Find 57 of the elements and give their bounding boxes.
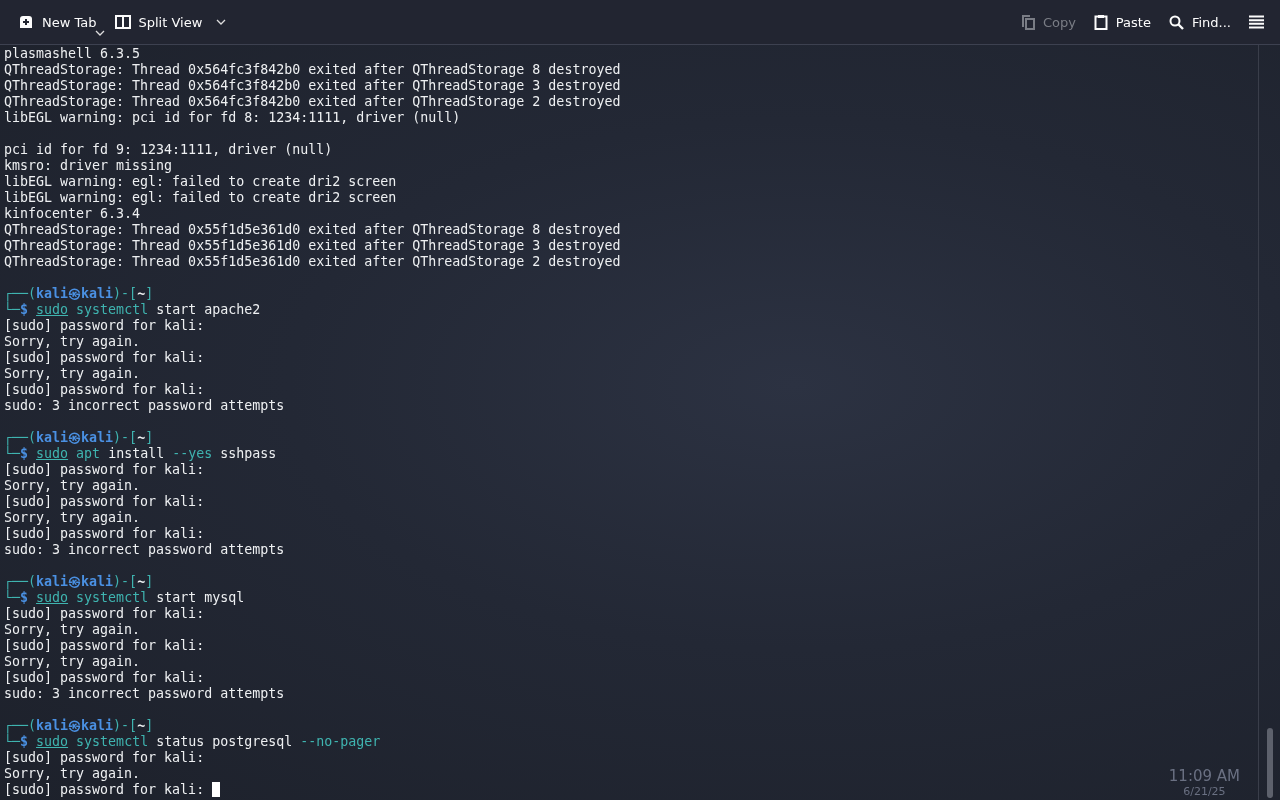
output-line: [sudo] password for kali: — [4, 382, 205, 398]
output-line: [sudo] password for kali: — [4, 750, 205, 766]
dropdown-caret-icon — [94, 30, 105, 36]
output-line: libEGL warning: egl: failed to create dri2 screen — [4, 174, 397, 190]
output-line: [sudo] password for kali: — [4, 526, 205, 542]
output-line: QThreadStorage: Thread 0x564fc3f842b0 exited after QThreadStorage 3 destroyed — [4, 78, 621, 94]
output-line: Sorry, try again. — [4, 766, 141, 782]
menu-icon — [1249, 15, 1264, 29]
output-line: [sudo] password for kali: — [4, 462, 205, 478]
dropdown-caret-icon — [216, 19, 227, 25]
output-line: pci id for fd 9: 1234:1111, driver (null) — [4, 142, 333, 158]
search-icon — [1168, 14, 1184, 30]
output-line: Sorry, try again. — [4, 366, 141, 382]
output-line: libEGL warning: pci id for fd 8: 1234:1111, driver (null) — [4, 110, 461, 126]
output-line: Sorry, try again. — [4, 510, 141, 526]
output-line: [sudo] password for kali: — [4, 638, 205, 654]
output-line: kinfocenter 6.3.4 — [4, 206, 141, 222]
paste-button[interactable]: Paste — [1085, 6, 1159, 38]
output-line: libEGL warning: egl: failed to create dri2 screen — [4, 190, 397, 206]
output-line: [sudo] password for kali: — [4, 782, 221, 798]
output-line: Sorry, try again. — [4, 622, 141, 638]
output-line: QThreadStorage: Thread 0x55f1d5e361d0 exited after QThreadStorage 3 destroyed — [4, 238, 621, 254]
output-line: QThreadStorage: Thread 0x564fc3f842b0 exited after QThreadStorage 2 destroyed — [4, 94, 621, 110]
clock-date: 6/21/25 — [1183, 785, 1226, 798]
output-line: sudo: 3 incorrect password attempts — [4, 398, 285, 414]
command-line: └─$ sudo systemctl start mysql — [4, 590, 245, 606]
output-line: [sudo] password for kali: — [4, 318, 205, 334]
output-line: sudo: 3 incorrect password attempts — [4, 542, 285, 558]
output-line: [sudo] password for kali: — [4, 670, 205, 686]
copy-icon — [1020, 14, 1035, 30]
find-button[interactable]: Find... — [1160, 6, 1239, 38]
output-line: [sudo] password for kali: — [4, 350, 205, 366]
prompt-line: ┌──(kali㉿kali)-[~] — [4, 430, 154, 446]
scrollbar-thumb[interactable] — [1266, 728, 1273, 798]
output-line: QThreadStorage: Thread 0x55f1d5e361d0 exited after QThreadStorage 2 destroyed — [4, 254, 621, 270]
command-line: └─$ sudo apt install --yes sshpass — [4, 446, 277, 462]
output-line: [sudo] password for kali: — [4, 606, 205, 622]
output-line: Sorry, try again. — [4, 334, 141, 350]
split-view-icon — [114, 15, 131, 29]
prompt-line: ┌──(kali㉿kali)-[~] — [4, 718, 154, 734]
output-line: QThreadStorage: Thread 0x55f1d5e361d0 exited after QThreadStorage 8 destroyed — [4, 222, 621, 238]
output-line: Sorry, try again. — [4, 654, 141, 670]
output-line: plasmashell 6.3.5 — [4, 46, 141, 62]
output-line: [sudo] password for kali: — [4, 494, 205, 510]
newtab-button[interactable]: New Tab — [10, 6, 105, 38]
command-line: └─$ sudo systemctl start apache2 — [4, 302, 261, 318]
prompt-line: ┌──(kali㉿kali)-[~] — [4, 574, 154, 590]
command-line: └─$ sudo systemctl status postgresql --no-pager — [4, 734, 381, 750]
output-line: kmsro: driver missing — [4, 158, 173, 174]
clock-time: 11:09 AM — [1168, 768, 1240, 785]
output-line: sudo: 3 incorrect password attempts — [4, 686, 285, 702]
split-button[interactable]: Split View — [106, 6, 235, 38]
clipboard-icon — [1093, 14, 1108, 30]
output-line: QThreadStorage: Thread 0x564fc3f842b0 exited after QThreadStorage 8 destroyed — [4, 62, 621, 78]
output-line: Sorry, try again. — [4, 478, 141, 494]
prompt-line: ┌──(kali㉿kali)-[~] — [4, 286, 154, 302]
new-tab-icon — [18, 15, 34, 29]
